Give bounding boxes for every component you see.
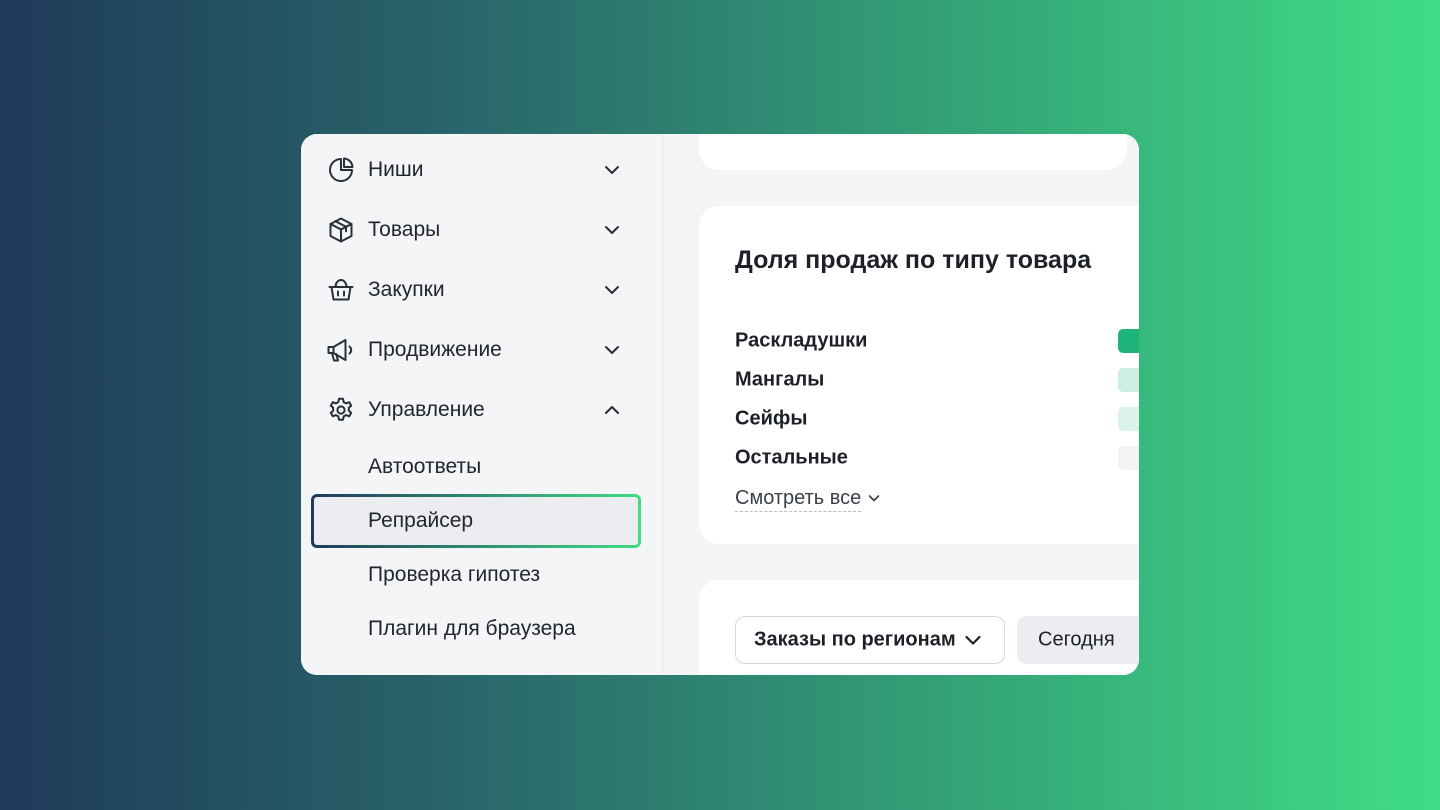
sidebar-item-label: Управление [368, 398, 485, 421]
top-card [699, 134, 1127, 170]
sidebar-subitem-label: Репрайсер [368, 509, 474, 532]
chevron-down-icon[interactable] [600, 338, 624, 362]
sidebar-subitem-repricer[interactable]: Репрайсер [311, 494, 641, 548]
main-content: Доля продаж по типу товара Раскладушки М… [663, 134, 1139, 675]
orders-card: Заказы по регионам Сегодня [699, 580, 1139, 675]
sales-share-card: Доля продаж по типу товара Раскладушки М… [699, 206, 1139, 544]
share-row-label: Сейфы [735, 407, 808, 430]
megaphone-icon [326, 335, 356, 365]
box-icon [326, 215, 356, 245]
period-today-button[interactable]: Сегодня [1017, 616, 1139, 664]
sidebar-item-products[interactable]: Товары [301, 205, 663, 255]
sidebar-item-purchases[interactable]: Закупки [301, 265, 663, 315]
share-row-label: Остальные [735, 446, 848, 469]
chevron-down-icon [867, 491, 881, 505]
sidebar: Ниши Товары Закупки Продвижение Управлен… [301, 134, 663, 675]
chevron-down-icon[interactable] [600, 158, 624, 182]
sidebar-subitem-label: Автоответы [368, 455, 482, 478]
sidebar-item-label: Продвижение [368, 338, 502, 361]
sidebar-item-promotion[interactable]: Продвижение [301, 325, 663, 375]
sidebar-subitem-browser-plugin[interactable]: Плагин для браузера [311, 602, 641, 656]
pie-chart-icon [326, 155, 356, 185]
gear-icon [326, 395, 356, 425]
sidebar-subitem-hypothesis-check[interactable]: Проверка гипотез [311, 548, 641, 602]
sidebar-subitem-label: Проверка гипотез [368, 563, 541, 586]
sidebar-item-label: Закупки [368, 278, 445, 301]
period-label: Сегодня [1038, 628, 1115, 651]
sidebar-item-niches[interactable]: Ниши [301, 145, 663, 195]
sidebar-subitem-autoreplies[interactable]: Автоответы [311, 440, 641, 494]
share-row: Сейфы [735, 404, 1139, 434]
chevron-down-icon[interactable] [600, 278, 624, 302]
sidebar-item-management[interactable]: Управление [301, 385, 663, 435]
card-title: Доля продаж по типу товара [735, 246, 1092, 274]
orders-dropdown[interactable]: Заказы по регионам [735, 616, 1005, 664]
sidebar-subitem-label: Плагин для браузера [368, 617, 576, 640]
share-row-label: Раскладушки [735, 329, 868, 352]
see-all-link[interactable]: Смотреть все [735, 483, 881, 513]
share-bar [1118, 329, 1139, 353]
chevron-down-icon [962, 629, 984, 651]
sidebar-item-label: Ниши [368, 158, 424, 181]
share-row-label: Мангалы [735, 368, 825, 391]
share-bar [1118, 368, 1139, 392]
orders-dropdown-label: Заказы по регионам [754, 628, 956, 651]
chevron-up-icon[interactable] [600, 398, 624, 422]
app-window: Ниши Товары Закупки Продвижение Управлен… [301, 134, 1139, 675]
chevron-down-icon[interactable] [600, 218, 624, 242]
see-all-label: Смотреть все [735, 485, 862, 512]
basket-icon [326, 275, 356, 305]
sidebar-item-label: Товары [368, 218, 441, 241]
share-row: Мангалы [735, 365, 1139, 395]
share-bar [1118, 407, 1139, 431]
share-row: Раскладушки [735, 326, 1139, 356]
share-row: Остальные [735, 443, 1139, 473]
share-bar [1118, 446, 1139, 470]
